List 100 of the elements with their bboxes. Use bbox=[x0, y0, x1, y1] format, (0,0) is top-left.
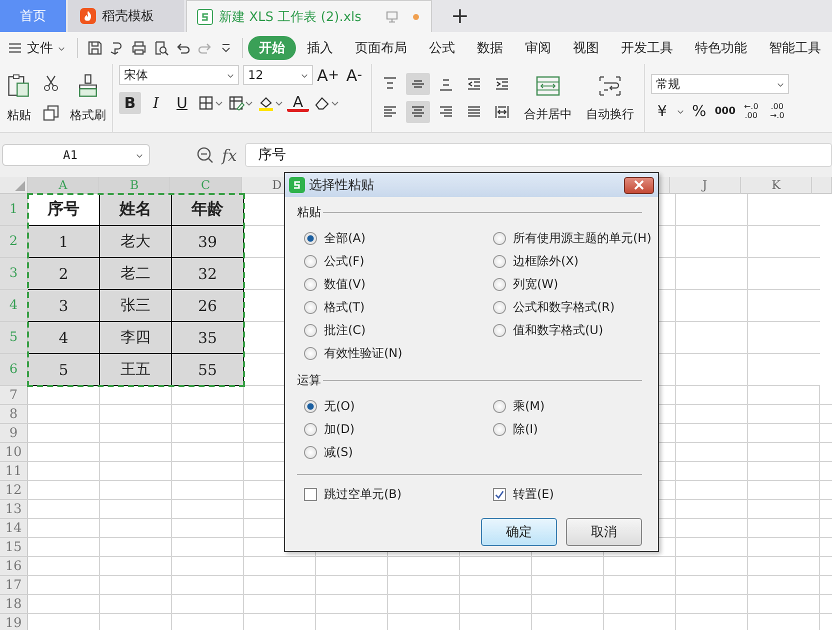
radio-button[interactable] bbox=[304, 446, 317, 459]
row-header[interactable]: 18 bbox=[0, 595, 28, 614]
radio-label[interactable]: 列宽(W) bbox=[513, 276, 558, 293]
checkbox-label[interactable]: 转置(E) bbox=[513, 486, 554, 503]
row-header[interactable]: 13 bbox=[0, 500, 28, 519]
ribbon-tab[interactable]: 智能工具 bbox=[758, 36, 832, 60]
radio-button[interactable] bbox=[304, 423, 317, 436]
decimal-decrease-button[interactable]: .00 →.0 bbox=[766, 100, 788, 122]
row-header[interactable]: 8 bbox=[0, 405, 28, 424]
formula-field[interactable]: 序号 bbox=[244, 143, 832, 167]
radio-label[interactable]: 公式(F) bbox=[324, 253, 364, 270]
row-header[interactable]: 11 bbox=[0, 462, 28, 481]
cell-reference: A1 bbox=[63, 148, 78, 162]
name-box[interactable]: A1 bbox=[2, 144, 150, 166]
ribbon-tab[interactable]: 数据 bbox=[466, 36, 514, 60]
bold-button[interactable]: B bbox=[119, 92, 141, 114]
radio-button[interactable] bbox=[493, 324, 506, 337]
number-format-select[interactable]: 常规 bbox=[651, 74, 790, 94]
document-tab[interactable]: 稻壳模板 bbox=[68, 0, 184, 32]
ribbon-tab[interactable]: 特色功能 bbox=[684, 36, 758, 60]
borders-icon[interactable] bbox=[197, 94, 223, 112]
row-header[interactable]: 9 bbox=[0, 424, 28, 443]
cancel-button[interactable]: 取消 bbox=[566, 518, 642, 546]
radio-label[interactable]: 公式和数字格式(R) bbox=[513, 299, 615, 316]
close-button[interactable] bbox=[624, 176, 654, 194]
radio-button[interactable] bbox=[304, 278, 317, 291]
radio-button[interactable] bbox=[493, 232, 506, 245]
column-header[interactable]: K bbox=[740, 177, 812, 194]
monitor-icon[interactable] bbox=[385, 10, 399, 24]
format-painter-button[interactable]: 格式刷 bbox=[70, 72, 106, 124]
checkbox-label[interactable]: 跳过空单元(B) bbox=[324, 486, 402, 503]
radio-button[interactable] bbox=[493, 278, 506, 291]
radio-button[interactable] bbox=[304, 400, 317, 413]
radio-label[interactable]: 除(I) bbox=[513, 421, 538, 438]
radio-button[interactable] bbox=[304, 301, 317, 314]
thousands-button[interactable]: 000 bbox=[714, 100, 736, 122]
radio-label[interactable]: 全部(A) bbox=[324, 230, 366, 247]
radio-label[interactable]: 边框除外(X) bbox=[513, 253, 579, 270]
row-header[interactable]: 14 bbox=[0, 519, 28, 538]
row-header[interactable]: 15 bbox=[0, 538, 28, 557]
currency-button[interactable]: ¥ bbox=[651, 100, 674, 122]
new-tab-button[interactable]: + bbox=[432, 0, 488, 32]
row-header[interactable]: 10 bbox=[0, 443, 28, 462]
radio-label[interactable]: 格式(T) bbox=[324, 299, 365, 316]
save-icon[interactable] bbox=[86, 40, 102, 56]
radio-button[interactable] bbox=[304, 324, 317, 337]
radio-button[interactable] bbox=[304, 347, 317, 360]
app-logo-icon bbox=[289, 177, 305, 193]
copy-icon[interactable] bbox=[42, 104, 60, 122]
italic-button[interactable]: I bbox=[145, 92, 167, 114]
print-icon[interactable] bbox=[130, 40, 146, 56]
radio-label[interactable]: 所有使用源主题的单元(H) bbox=[513, 230, 652, 247]
hook-icon[interactable] bbox=[108, 40, 124, 56]
paste-button[interactable]: 粘贴 bbox=[6, 72, 32, 124]
cut-icon[interactable] bbox=[42, 74, 60, 92]
wrap-text-button[interactable]: 自动换行 bbox=[582, 74, 638, 122]
radio-label[interactable]: 值和数字格式(U) bbox=[513, 322, 604, 339]
align-button[interactable] bbox=[406, 73, 430, 95]
ribbon-tab[interactable]: 审阅 bbox=[514, 36, 562, 60]
row-header[interactable]: 16 bbox=[0, 557, 28, 576]
radio-button[interactable] bbox=[304, 232, 317, 245]
decimal-increase-button[interactable]: ←.0 .00 bbox=[740, 100, 762, 122]
font-color-button[interactable]: A bbox=[287, 94, 309, 112]
row-header[interactable]: 12 bbox=[0, 481, 28, 500]
radio-label[interactable]: 批注(C) bbox=[324, 322, 366, 339]
merge-center-button[interactable]: 合并居中 bbox=[520, 74, 576, 122]
radio-label[interactable]: 有效性验证(N) bbox=[324, 345, 402, 362]
ribbon-tab[interactable]: 公式 bbox=[418, 36, 466, 60]
row-header[interactable]: 17 bbox=[0, 576, 28, 595]
radio-button[interactable] bbox=[493, 423, 506, 436]
percent-button[interactable]: % bbox=[688, 100, 710, 122]
ribbon-tab[interactable]: 页面布局 bbox=[344, 36, 418, 60]
underline-button[interactable]: U bbox=[171, 92, 193, 114]
file-menu[interactable]: 文件 bbox=[8, 39, 71, 57]
table-cell: 55 bbox=[172, 354, 244, 386]
font-size-select[interactable]: 12 bbox=[243, 65, 313, 85]
row-header[interactable]: 19 bbox=[0, 614, 28, 630]
radio-label[interactable]: 乘(M) bbox=[513, 398, 545, 415]
row-header[interactable]: 7 bbox=[0, 386, 28, 405]
function-label[interactable]: fx bbox=[222, 146, 237, 164]
radio-label[interactable]: 加(D) bbox=[324, 421, 355, 438]
radio-label[interactable]: 数值(V) bbox=[324, 276, 366, 293]
ribbon-tab[interactable]: 视图 bbox=[562, 36, 610, 60]
radio-button[interactable] bbox=[493, 255, 506, 268]
cell-style-icon[interactable] bbox=[227, 94, 253, 112]
align-button[interactable] bbox=[406, 101, 430, 123]
ribbon-tab[interactable]: 开发工具 bbox=[610, 36, 684, 60]
ok-button[interactable]: 确定 bbox=[481, 518, 557, 546]
zoom-icon[interactable] bbox=[196, 146, 214, 164]
ribbon-tab[interactable]: 插入 bbox=[296, 36, 344, 60]
checkbox[interactable] bbox=[493, 488, 506, 501]
radio-button[interactable] bbox=[304, 255, 317, 268]
radio-button[interactable] bbox=[493, 400, 506, 413]
print-preview-icon[interactable] bbox=[152, 40, 168, 56]
checkbox[interactable] bbox=[304, 488, 317, 501]
radio-button[interactable] bbox=[493, 301, 506, 314]
radio-label[interactable]: 减(S) bbox=[324, 444, 353, 461]
radio-label[interactable]: 无(O) bbox=[324, 398, 355, 415]
column-header[interactable]: J bbox=[670, 177, 741, 194]
font-family-select[interactable]: 宋体 bbox=[119, 65, 239, 85]
